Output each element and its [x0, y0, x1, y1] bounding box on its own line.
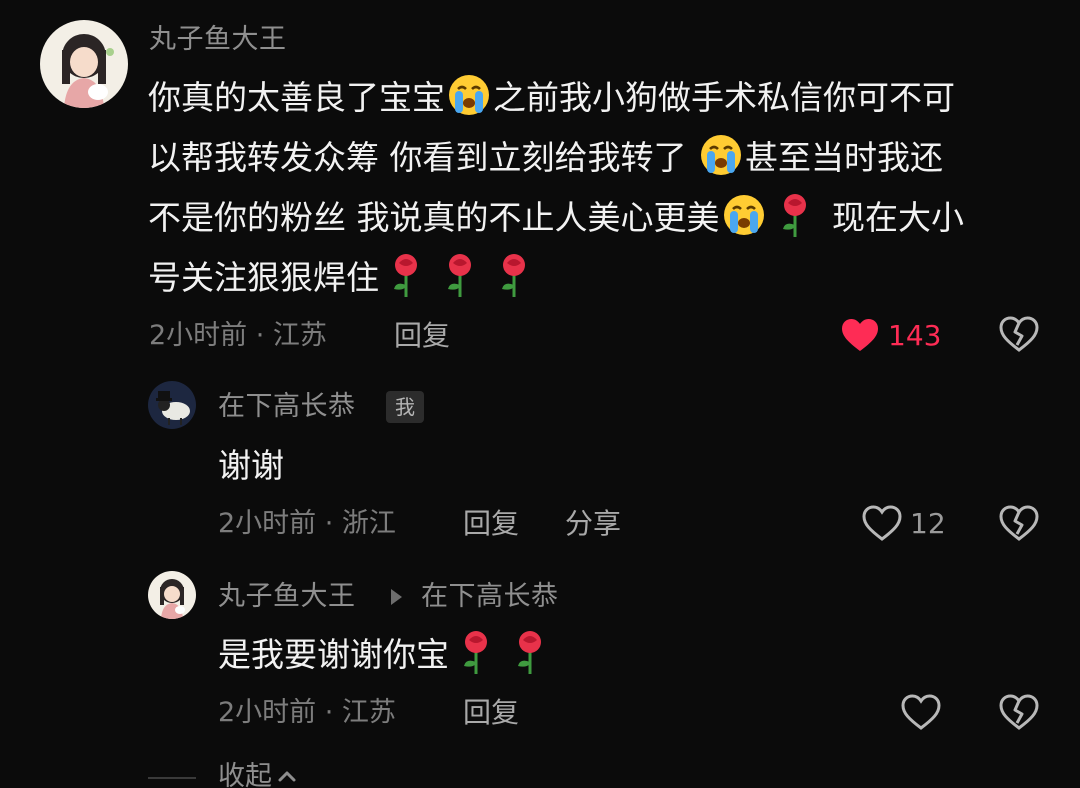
share-button[interactable]: 分享 — [565, 507, 621, 541]
broken-heart-icon — [999, 694, 1039, 730]
comment-text-segment: 之前我小狗做手术私信你可不可 — [493, 78, 955, 117]
reply-to-username[interactable]: 在下高长恭 — [421, 580, 559, 614]
cry-emoji-icon — [700, 135, 741, 175]
chevron-up-icon — [278, 771, 296, 782]
heart-filled-icon — [842, 319, 878, 351]
comment-text-segment: 号关注狠狠焊住 — [148, 258, 379, 297]
rose-emoji-icon — [394, 254, 417, 297]
dislike-button[interactable] — [999, 315, 1039, 355]
comment-username[interactable]: 在下高长恭 — [218, 390, 356, 424]
rose-emoji-icon — [464, 631, 487, 674]
broken-heart-icon — [999, 505, 1039, 541]
comment-text: 是我要谢谢你宝 — [218, 625, 557, 685]
rose-emoji-icon — [448, 254, 471, 297]
comment-line: 不是你的粉丝 我说真的不止人美心更美 现在大小 — [148, 188, 1048, 248]
comment-line: 谢谢 — [218, 446, 284, 485]
comment-line: 以帮我转发众筹 你看到立刻给我转了 甚至当时我还 — [148, 128, 1048, 188]
comment-meta: 2小时前 · 江苏 — [149, 320, 327, 351]
like-count: 143 — [888, 319, 942, 352]
heart-outline-icon — [901, 694, 941, 730]
comment-username[interactable]: 丸子鱼大王 — [218, 580, 356, 614]
reply-button[interactable]: 回复 — [463, 507, 519, 541]
collapse-divider — [148, 777, 196, 779]
comment-text-segment: 你真的太善良了宝宝 — [148, 78, 445, 117]
comment-text-segment: 现在大小 — [821, 198, 964, 237]
broken-heart-icon — [999, 316, 1039, 352]
cry-emoji-icon — [723, 195, 764, 235]
reply-button[interactable]: 回复 — [394, 319, 450, 353]
like-count: 12 — [910, 507, 946, 540]
comment-line: 你真的太善良了宝宝 之前我小狗做手术私信你可不可 — [148, 68, 1048, 128]
comment-meta: 2小时前 · 江苏 — [218, 697, 396, 728]
rose-emoji-icon — [518, 631, 541, 674]
like-button[interactable] — [840, 316, 880, 356]
rose-emoji-icon — [782, 194, 806, 237]
like-button[interactable] — [901, 693, 941, 733]
cry-emoji-icon — [449, 75, 489, 115]
comment-line: 是我要谢谢你宝 — [218, 625, 557, 685]
avatar[interactable] — [40, 20, 128, 108]
me-badge: 我 — [386, 391, 424, 423]
comment-meta: 2小时前 · 浙江 — [218, 508, 396, 539]
heart-outline-icon — [862, 505, 902, 541]
collapse-label: 收起 — [218, 761, 272, 788]
dislike-button[interactable] — [999, 504, 1039, 544]
comment-line: 号关注狠狠焊住 — [148, 248, 1048, 308]
comment-text: 你真的太善良了宝宝 之前我小狗做手术私信你可不可 以帮我转发众筹 你看到立刻给我转… — [148, 68, 1048, 308]
comment-thread: 丸子鱼大王 你真的太善良了宝宝 之前我小狗做手术私信你可不可 以帮我转发众筹 你看… — [0, 0, 1080, 788]
comment-text-segment: 以帮我转发众筹 你看到立刻给我转了 — [148, 138, 697, 177]
comment-text-segment: 是我要谢谢你宝 — [218, 635, 449, 674]
comment-text-segment: 甚至当时我还 — [744, 138, 943, 177]
collapse-replies-button[interactable]: 收起 — [218, 760, 298, 788]
comment-text-segment: 不是你的粉丝 我说真的不止人美心更美 — [148, 198, 720, 237]
like-button[interactable] — [862, 504, 902, 544]
rose-emoji-icon — [502, 254, 525, 297]
comment-username[interactable]: 丸子鱼大王 — [149, 23, 287, 57]
reply-to-arrow-icon — [391, 589, 402, 605]
reply-button[interactable]: 回复 — [463, 696, 519, 730]
dislike-button[interactable] — [999, 693, 1039, 733]
comment-text: 谢谢 — [218, 436, 284, 496]
avatar[interactable] — [148, 381, 196, 429]
avatar[interactable] — [148, 571, 196, 619]
